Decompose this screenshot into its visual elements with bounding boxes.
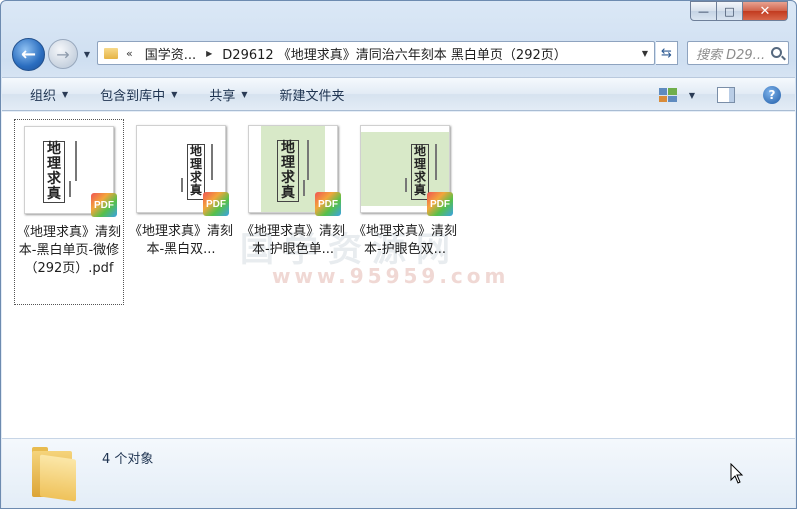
change-view-icon[interactable] <box>658 88 677 102</box>
details-pane: 4 个对象 <box>2 438 795 508</box>
caret-down-icon: ▼ <box>241 89 248 99</box>
search-placeholder: 搜索 D29... <box>696 47 766 63</box>
pdf-thumbnail: 地理求真 PDF <box>360 125 453 216</box>
search-input[interactable]: 搜索 D29... <box>687 41 789 65</box>
breadcrumb-segment-current[interactable]: D29612 《地理求真》清同治六年刻本 黑白单页（292页） <box>218 44 570 63</box>
title-seal: 地理求真 <box>277 140 299 202</box>
caret-down-icon: ▼ <box>62 89 69 99</box>
back-arrow-icon: ← <box>20 44 37 65</box>
watermark-url: www.95959.com <box>272 264 510 288</box>
pdf-badge-icon: PDF <box>203 192 229 216</box>
new-folder-label: 新建文件夹 <box>279 88 345 104</box>
file-name: 《地理求真》清刻本-黑白单页-微修（292页）.pdf <box>16 225 121 276</box>
include-in-library-label: 包含到库中 <box>100 88 166 104</box>
caret-down-icon: ▼ <box>171 89 178 99</box>
minimize-button[interactable]: — <box>690 1 717 21</box>
breadcrumb-segment[interactable]: 国学资... <box>141 44 200 63</box>
view-options-caret-icon[interactable]: ▼ <box>689 91 695 100</box>
command-toolbar: 组织 ▼ 包含到库中 ▼ 共享 ▼ 新建文件夹 ▼ ? <box>2 77 795 111</box>
file-item[interactable]: 地理求真 PDF 《地理求真》清刻本-黑白双... <box>126 119 236 259</box>
file-name: 《地理求真》清刻本-护眼色单... <box>240 224 345 257</box>
breadcrumb-arrow-icon[interactable]: ▶ <box>206 49 212 58</box>
file-item[interactable]: 地理求真 PDF 《地理求真》清刻本-护眼色双... <box>350 119 460 259</box>
share-label: 共享 <box>209 88 236 104</box>
forward-arrow-icon: → <box>56 44 70 64</box>
chevron-down-icon: ▼ <box>83 49 91 59</box>
new-folder-button[interactable]: 新建文件夹 <box>270 85 355 104</box>
forward-button[interactable]: → <box>48 39 78 69</box>
file-name: 《地理求真》清刻本-护眼色双... <box>352 224 457 257</box>
title-seal: 地理求真 <box>411 144 429 200</box>
help-icon[interactable]: ? <box>763 86 781 104</box>
recent-pages-dropdown[interactable]: ▼ <box>81 48 93 60</box>
search-icon[interactable] <box>771 47 782 58</box>
folder-icon <box>104 47 118 59</box>
explorer-window: — □ ✕ ← → ▼ « 国学资... ▶ D29612 《地理求真》清同治六… <box>0 0 797 509</box>
file-item[interactable]: 地理求真 PDF 《地理求真》清刻本-护眼色单... <box>238 119 348 259</box>
preview-pane-icon[interactable] <box>717 87 735 103</box>
title-seal: 地理求真 <box>43 141 65 203</box>
address-dropdown-icon[interactable]: ▼ <box>642 49 648 58</box>
pdf-thumbnail: 地理求真 PDF <box>24 126 117 217</box>
folder-icon <box>32 445 78 502</box>
caption-buttons: — □ ✕ <box>690 1 788 21</box>
share-button[interactable]: 共享 ▼ <box>199 85 257 104</box>
organize-label: 组织 <box>30 88 57 104</box>
refresh-button[interactable]: ⇆ <box>656 41 678 65</box>
pdf-thumbnail: 地理求真 PDF <box>136 125 229 216</box>
pdf-badge-icon: PDF <box>315 192 341 216</box>
pdf-badge-icon: PDF <box>91 193 117 217</box>
item-count: 4 个对象 <box>102 452 154 467</box>
mouse-cursor-icon <box>730 463 744 484</box>
maximize-button[interactable]: □ <box>717 1 743 21</box>
refresh-icon: ⇆ <box>661 45 672 61</box>
title-seal: 地理求真 <box>187 144 205 200</box>
pdf-thumbnail: 地理求真 PDF <box>248 125 341 216</box>
file-item[interactable]: 地理求真 PDF 《地理求真》清刻本-黑白单页-微修（292页）.pdf <box>14 119 124 305</box>
close-button[interactable]: ✕ <box>743 1 788 21</box>
address-overflow[interactable]: « <box>126 47 133 60</box>
back-button[interactable]: ← <box>12 38 45 71</box>
file-list-area[interactable]: 国学资源网 www.95959.com 地理求真 PDF 《地理求真》清刻本-黑… <box>2 112 795 438</box>
include-in-library-button[interactable]: 包含到库中 ▼ <box>90 85 187 104</box>
organize-button[interactable]: 组织 ▼ <box>20 85 78 104</box>
file-name: 《地理求真》清刻本-黑白双... <box>128 224 233 257</box>
pdf-badge-icon: PDF <box>427 192 453 216</box>
address-bar[interactable]: « 国学资... ▶ D29612 《地理求真》清同治六年刻本 黑白单页（292… <box>97 41 655 65</box>
